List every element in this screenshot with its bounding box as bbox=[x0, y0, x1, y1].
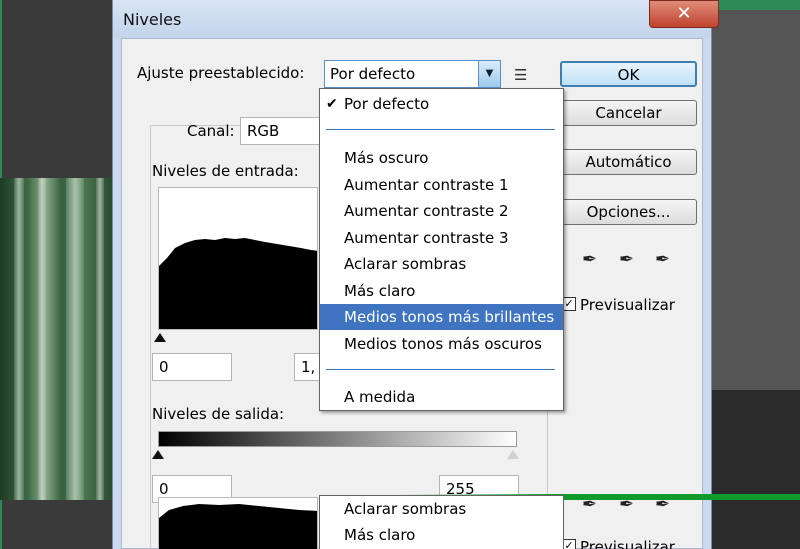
background-right bbox=[712, 0, 800, 549]
output-black-value: 0 bbox=[159, 480, 169, 498]
checkmark-icon: ✓ bbox=[564, 539, 574, 549]
preview-label: Previsualizar bbox=[580, 296, 675, 314]
separator bbox=[326, 129, 555, 130]
output-gradient-bar bbox=[158, 431, 517, 447]
output-levels-label: Niveles de salida: bbox=[152, 405, 285, 423]
dropdown-item-mas-oscuro[interactable]: Más oscuro bbox=[320, 145, 563, 171]
dropdown-item-label: Aumentar contraste 2 bbox=[344, 202, 509, 220]
preset-options-icon[interactable]: ☰ bbox=[514, 66, 528, 84]
output-black-slider[interactable] bbox=[152, 450, 164, 459]
channel-label: Canal: bbox=[187, 122, 235, 140]
ok-button[interactable]: OK bbox=[560, 61, 697, 87]
preview-label-duplicate: Previsualizar bbox=[580, 538, 675, 549]
dropdown-item-label: Más claro bbox=[344, 282, 416, 300]
options-button[interactable]: Opciones... bbox=[560, 199, 697, 225]
preview-checkbox[interactable]: ✓ bbox=[562, 297, 576, 311]
preset-select[interactable]: Por defecto ▼ bbox=[324, 60, 501, 88]
dropdown-item-label: Por defecto bbox=[344, 95, 430, 113]
dropdown-item-aclarar-sombras[interactable]: Aclarar sombras bbox=[320, 251, 563, 277]
dropdown-item-aumentar-contraste-1[interactable]: Aumentar contraste 1 bbox=[320, 172, 563, 198]
dropdown-item-a-medida[interactable]: A medida bbox=[320, 384, 563, 410]
input-black-slider[interactable] bbox=[154, 333, 166, 342]
forest-image bbox=[0, 178, 112, 500]
dropdown-item-label: Aumentar contraste 3 bbox=[344, 229, 509, 247]
dropdown-item-aumentar-contraste-2[interactable]: Aumentar contraste 2 bbox=[320, 198, 563, 224]
gray-eyedropper-icon[interactable]: ✒ bbox=[619, 249, 634, 270]
dropdown-item-mas-claro[interactable]: Más claro bbox=[320, 522, 563, 548]
preset-dropdown-list-duplicate: Aclarar sombras Más claro bbox=[319, 495, 564, 549]
dropdown-item-label: Aclarar sombras bbox=[344, 500, 467, 518]
separator bbox=[326, 369, 555, 370]
dropdown-item-medios-tonos-mas-brillantes[interactable]: Medios tonos más brillantes bbox=[320, 304, 563, 330]
close-icon: ✕ bbox=[676, 3, 692, 24]
preset-value: Por defecto bbox=[330, 65, 416, 83]
dropdown-item-por-defecto[interactable]: ✔ Por defecto bbox=[320, 91, 563, 117]
dialog-title: Niveles bbox=[123, 10, 182, 29]
input-gamma-value: 1, bbox=[301, 358, 316, 376]
dropdown-item-label: Medios tonos más oscuros bbox=[344, 335, 542, 353]
checkmark-icon: ✓ bbox=[564, 297, 574, 310]
preset-dropdown-list: ✔ Por defecto Más oscuro Aumentar contra… bbox=[319, 88, 564, 411]
chevron-down-icon[interactable]: ▼ bbox=[478, 61, 500, 87]
check-icon: ✔ bbox=[326, 96, 338, 112]
input-black-field[interactable]: 0 bbox=[152, 353, 232, 381]
channel-value: RGB bbox=[247, 122, 280, 140]
dropdown-item-label: Medios tonos más brillantes bbox=[344, 308, 555, 326]
preset-label: Ajuste preestablecido: bbox=[137, 64, 305, 82]
close-button[interactable]: ✕ bbox=[649, 0, 719, 28]
dropdown-item-aclarar-sombras[interactable]: Aclarar sombras bbox=[320, 496, 563, 522]
dropdown-item-label: Aclarar sombras bbox=[344, 255, 467, 273]
auto-button[interactable]: Automático bbox=[560, 149, 697, 175]
white-eyedropper-icon[interactable]: ✒ bbox=[655, 249, 670, 270]
cancel-button[interactable]: Cancelar bbox=[560, 100, 697, 126]
dropdown-item-mas-claro[interactable]: Más claro bbox=[320, 278, 563, 304]
dropdown-item-aumentar-contraste-3[interactable]: Aumentar contraste 3 bbox=[320, 225, 563, 251]
black-eyedropper-icon[interactable]: ✒ bbox=[582, 249, 597, 270]
dropdown-item-label: Aumentar contraste 1 bbox=[344, 176, 509, 194]
input-histogram bbox=[158, 187, 318, 330]
input-levels-label: Niveles de entrada: bbox=[152, 162, 299, 180]
dropdown-item-label: Más claro bbox=[344, 526, 416, 544]
output-white-slider[interactable] bbox=[507, 450, 519, 459]
dropdown-item-medios-tonos-mas-oscuros[interactable]: Medios tonos más oscuros bbox=[320, 331, 563, 357]
preview-checkbox-duplicate[interactable]: ✓ bbox=[562, 539, 576, 549]
title-bar: Niveles ✕ bbox=[113, 0, 719, 38]
input-black-value: 0 bbox=[159, 358, 169, 376]
dropdown-item-label: A medida bbox=[344, 388, 416, 406]
output-histogram bbox=[158, 497, 318, 549]
dropdown-item-label: Más oscuro bbox=[344, 149, 429, 167]
